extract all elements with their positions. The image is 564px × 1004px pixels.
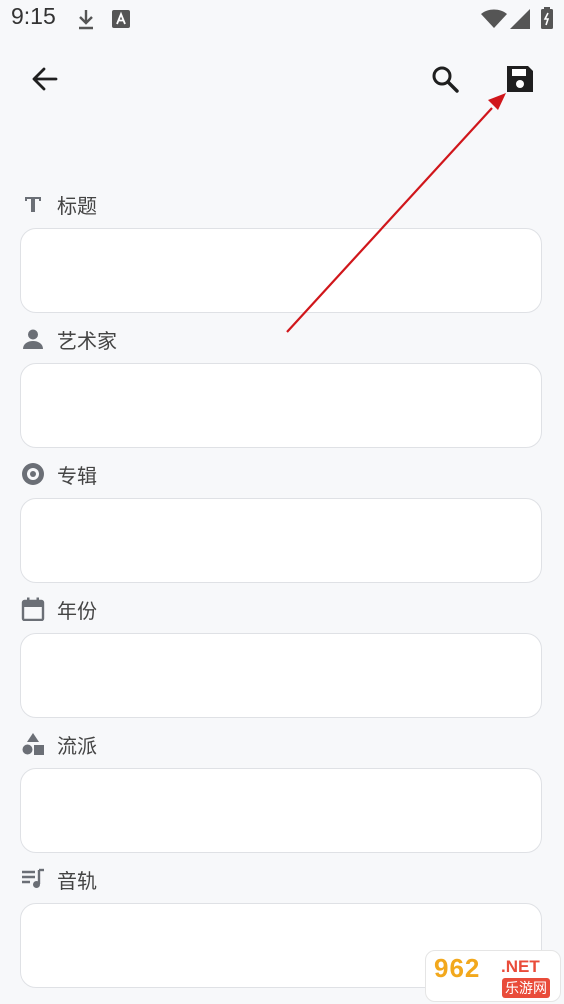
save-button[interactable] [496,57,544,105]
status-bar: 9:15 [0,0,564,40]
genre-shapes-icon [20,731,46,757]
calendar-icon [20,596,46,622]
album-disc-icon [20,461,46,487]
field-label-text: 艺术家 [57,328,117,353]
genre-input[interactable] [21,769,541,852]
title-input[interactable] [21,229,541,312]
year-input[interactable] [21,634,541,717]
back-arrow-icon [30,65,58,97]
field-label-title: 标题 [20,189,97,219]
field-label-track: 音轨 [20,864,97,894]
watermark-number: 962 [434,953,481,983]
watermark-suffix: .NET [501,957,540,976]
field-label-artist: 艺术家 [20,324,117,354]
field-label-year: 年份 [20,594,97,624]
signal-icon [510,9,530,33]
field-label-text: 流派 [57,733,97,758]
battery-icon [541,7,553,33]
back-button[interactable] [20,57,68,105]
field-label-text: 年份 [57,598,97,623]
year-field[interactable] [20,633,542,718]
album-input[interactable] [21,499,541,582]
app-bar [0,50,564,114]
download-icon [76,8,96,34]
track-list-icon [20,866,46,892]
watermark-logo: 962 .NET 乐游网 [425,950,561,1002]
a-notification-icon [112,10,130,32]
album-field[interactable] [20,498,542,583]
artist-input[interactable] [21,364,541,447]
artist-field[interactable] [20,363,542,448]
genre-field[interactable] [20,768,542,853]
field-label-album: 专辑 [20,459,97,489]
wifi-icon [481,9,507,33]
search-icon [431,65,459,97]
watermark-site: 乐游网 [502,978,550,998]
field-label-text: 专辑 [57,463,97,488]
search-button[interactable] [421,57,469,105]
field-label-genre: 流派 [20,729,97,759]
person-icon [20,326,46,352]
save-icon [505,64,535,98]
title-field[interactable] [20,228,542,313]
text-icon [20,191,46,217]
field-label-text: 标题 [57,193,97,218]
status-time: 9:15 [11,3,56,29]
field-label-text: 音轨 [57,868,97,893]
